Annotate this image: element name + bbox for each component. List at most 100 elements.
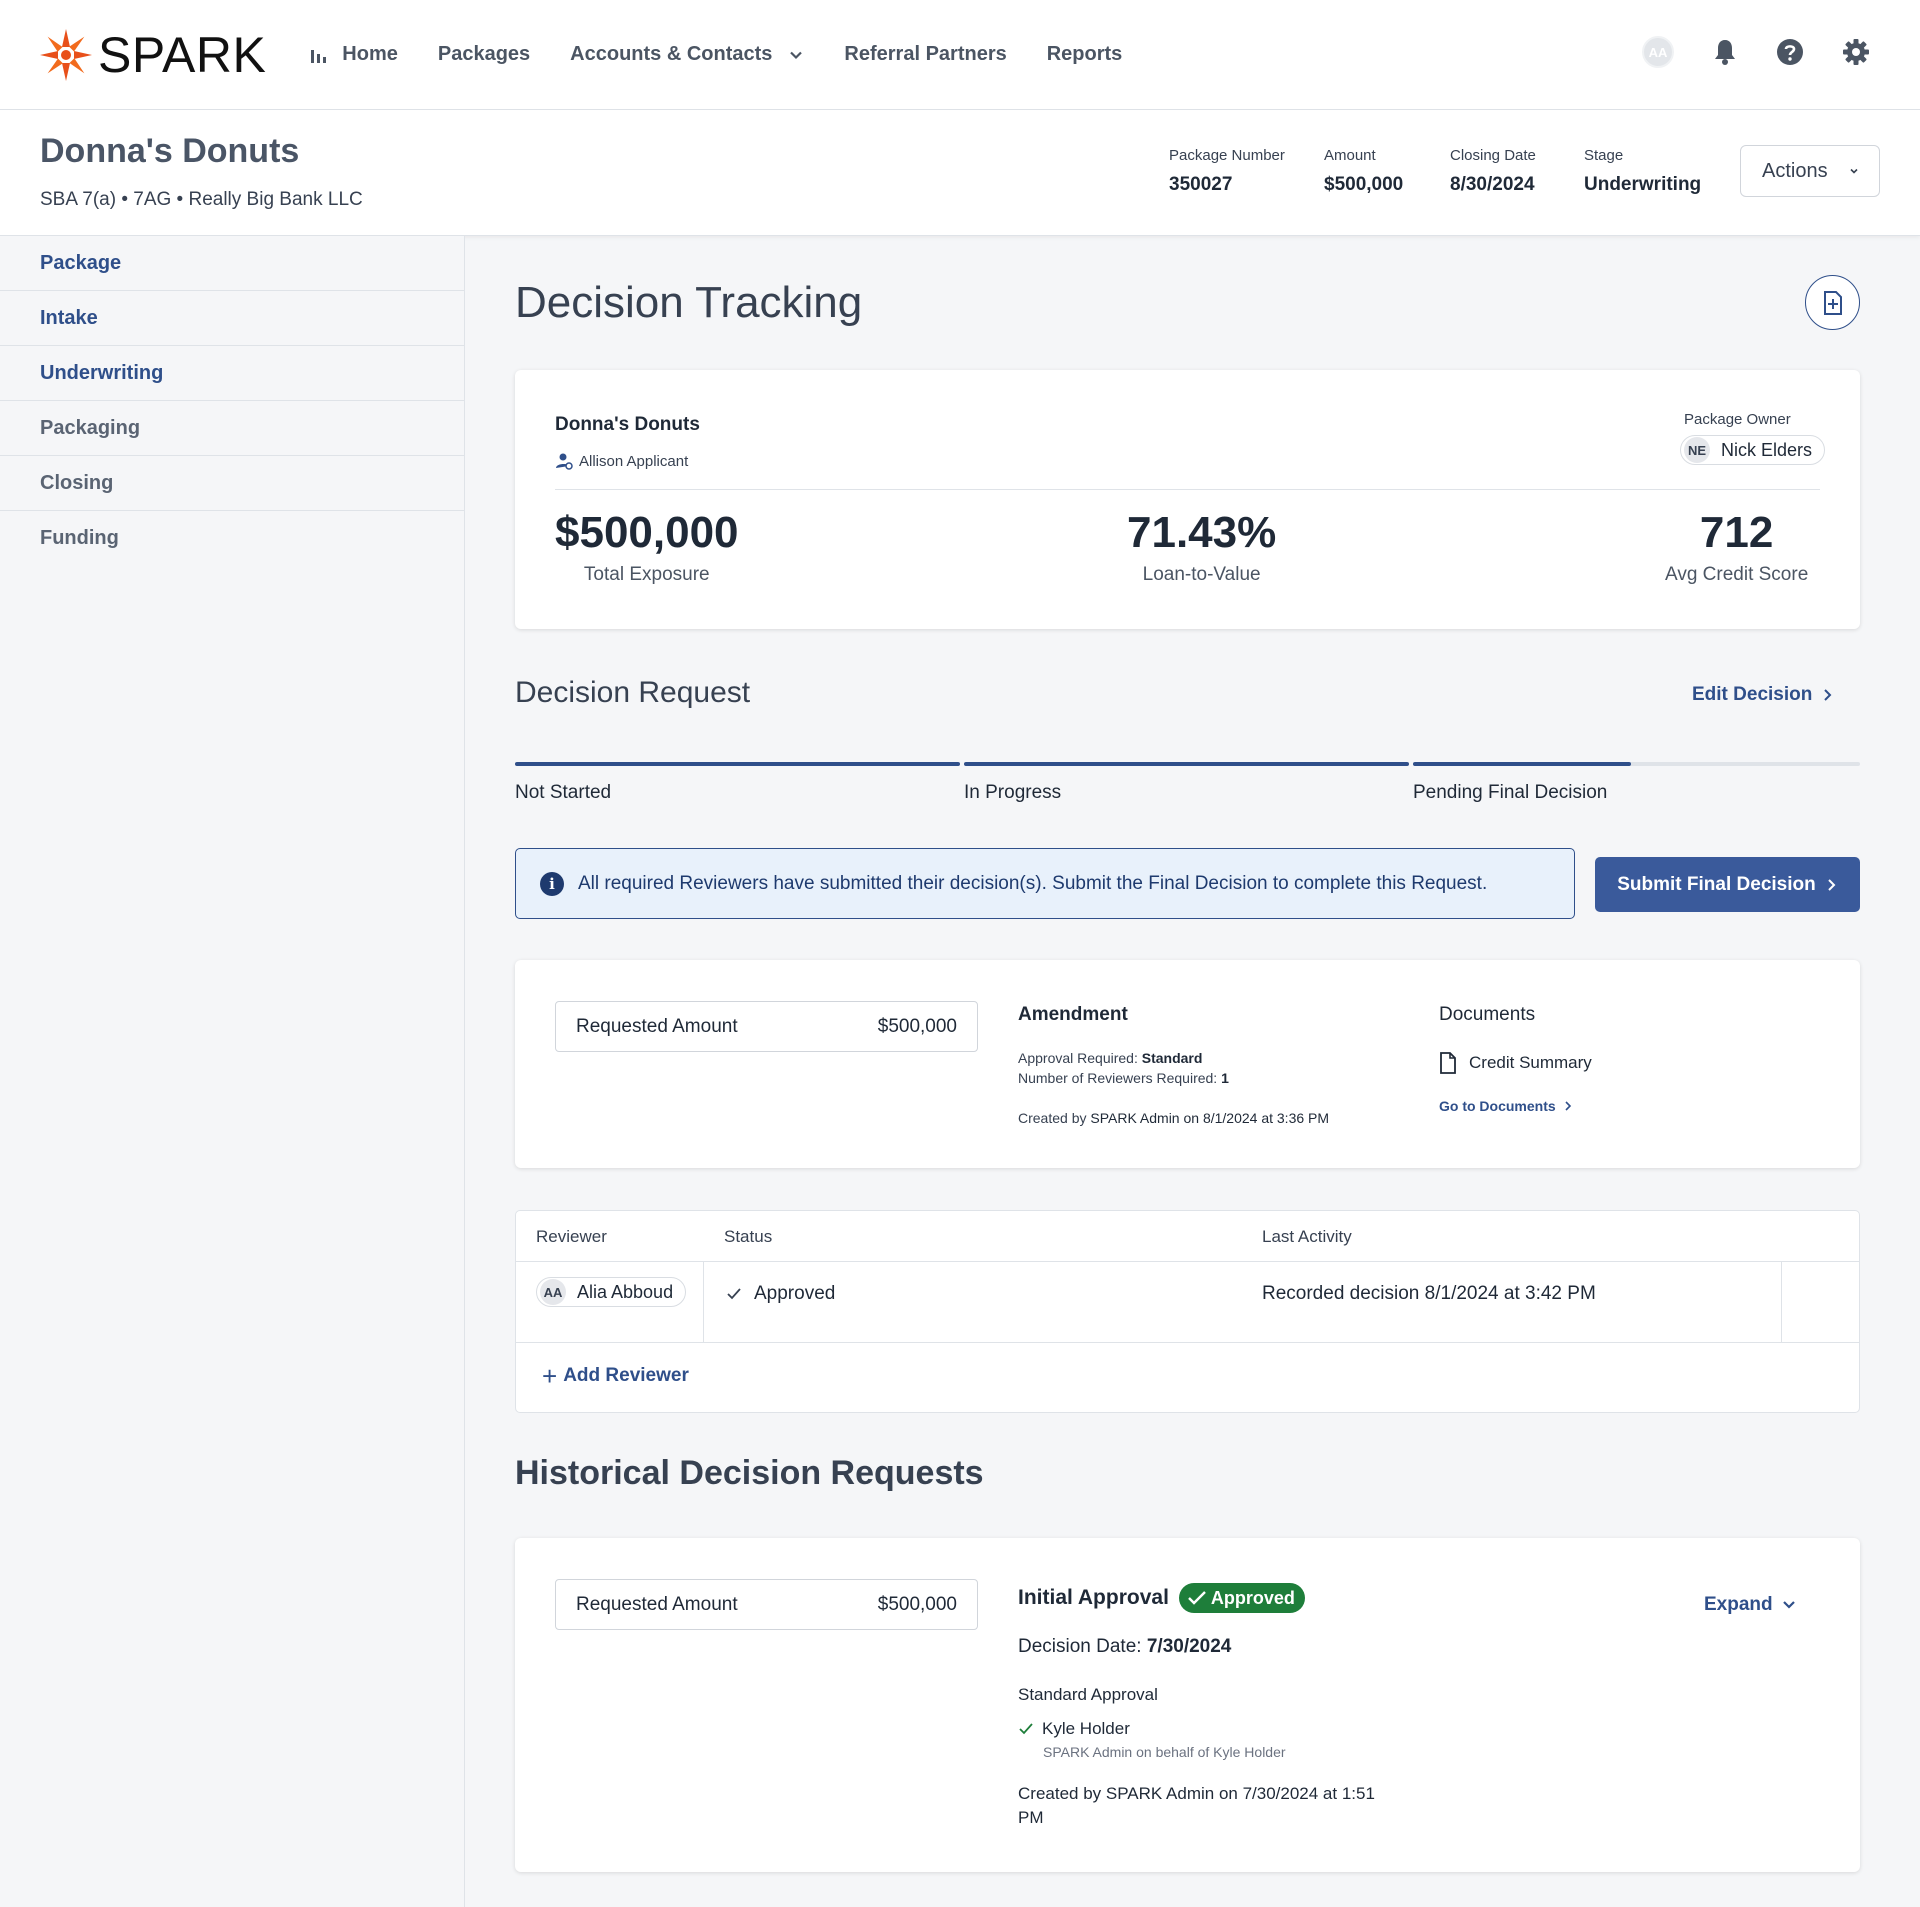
approval-type: Standard Approval: [1018, 1685, 1158, 1704]
gear-icon[interactable]: [1842, 38, 1870, 66]
stat-value: 712: [1699, 508, 1774, 557]
reviewer-status-text: Approved: [754, 1283, 836, 1304]
column-header-last-activity: Last Activity: [1262, 1227, 1352, 1246]
reviewer-name: Alia Abboud: [577, 1281, 674, 1302]
add-reviewer-label: Add Reviewer: [563, 1365, 689, 1386]
go-to-documents-label: Go to Documents: [1439, 1098, 1556, 1114]
historical-decision-name: Initial Approval: [1018, 1586, 1169, 1609]
user-avatar[interactable]: AA: [1642, 36, 1674, 68]
progress-segment-not-started: [515, 762, 960, 766]
sidebar-item-underwriting[interactable]: Underwriting: [0, 346, 464, 401]
nav-referral-label: Referral Partners: [844, 43, 1007, 65]
stat-value: 71.43%: [1127, 508, 1277, 557]
reviewers-required: Number of Reviewers Required: 1: [1018, 1070, 1229, 1086]
edit-decision-link[interactable]: Edit Decision: [1692, 684, 1834, 706]
progress-segment-pending-fill: [1413, 762, 1632, 766]
created-prefix: Created by: [1018, 1110, 1087, 1126]
historical-created: Created by SPARK Admin on 7/30/2024 at 1…: [1018, 1784, 1375, 1827]
step-in-progress: In Progress: [964, 782, 1062, 803]
package-header: Donna's Donuts SBA 7(a) • 7AG • Really B…: [0, 110, 1920, 236]
info-banner: i All required Reviewers have submitted …: [515, 848, 1575, 919]
chevron-right-icon: [1824, 689, 1832, 701]
nav-packages-label: Packages: [437, 43, 531, 65]
document-item[interactable]: Credit Summary: [1439, 1052, 1592, 1074]
requested-amount-value: $500,000: [877, 1593, 957, 1615]
go-to-documents-link[interactable]: Go to Documents: [1439, 1098, 1572, 1114]
check-icon: [727, 1288, 741, 1300]
package-owner-chip[interactable]: NE Nick Elders: [1680, 435, 1826, 465]
info-banner-text: All required Reviewers have submitted th…: [578, 872, 1488, 894]
actions-button[interactable]: Actions: [1740, 145, 1880, 197]
nav-home-label: Home: [342, 43, 398, 65]
nav-reports[interactable]: Reports: [1047, 43, 1123, 66]
stat-avg-credit-score: 712 Avg Credit Score: [1665, 508, 1808, 586]
package-stage: Stage Underwriting: [1584, 147, 1701, 196]
approval-required-value: Standard: [1141, 1050, 1203, 1066]
sidebar-item-intake[interactable]: Intake: [0, 291, 464, 346]
reviewer-chip[interactable]: AA Alia Abboud: [536, 1277, 687, 1307]
package-amount-label: Amount: [1324, 147, 1376, 164]
spark-star-icon: [40, 28, 92, 81]
badge-label: Approved: [1210, 1587, 1295, 1608]
page-title: Decision Tracking: [515, 278, 863, 327]
decision-date-value: 7/30/2024: [1146, 1636, 1232, 1657]
info-icon: i: [540, 871, 564, 896]
stage-value: Underwriting: [1584, 174, 1702, 195]
summary-applicant[interactable]: Allison Applicant: [555, 452, 688, 470]
approved-badge: Approved: [1178, 1583, 1305, 1613]
stat-value: $500,000: [555, 508, 739, 557]
approval-required: Approval Required: Standard: [1018, 1050, 1202, 1066]
historical-decisions-title: Historical Decision Requests: [515, 1454, 984, 1492]
submit-final-decision-button[interactable]: Submit Final Decision: [1595, 857, 1860, 912]
nav-accounts-contacts[interactable]: Accounts & Contacts: [570, 43, 804, 66]
closing-date-value: 8/30/2024: [1450, 174, 1535, 195]
nav-packages[interactable]: Packages: [438, 43, 530, 66]
main-nav: Home Packages Accounts & Contacts Referr…: [310, 43, 1162, 66]
column-header-reviewer: Reviewer: [536, 1227, 607, 1246]
package-number-value: 350027: [1169, 174, 1233, 195]
owner-name: Nick Elders: [1721, 439, 1813, 460]
nav-home[interactable]: Home: [310, 43, 398, 66]
sidebar-item-package[interactable]: Package: [0, 236, 464, 291]
progress-segment-in-progress: [964, 762, 1409, 766]
bell-icon[interactable]: [1712, 38, 1738, 66]
sidebar-item-closing[interactable]: Closing: [0, 456, 464, 511]
check-icon: [1019, 1723, 1033, 1735]
add-document-button[interactable]: [1805, 275, 1860, 330]
document-icon: [1440, 1052, 1456, 1074]
sidebar: Package Intake Underwriting Packaging Cl…: [0, 236, 465, 1907]
package-amount-value: $500,000: [1324, 174, 1404, 195]
chevron-down-icon: [790, 51, 803, 59]
package-subtitle: SBA 7(a) • 7AG • Really Big Bank LLC: [40, 189, 363, 210]
reviewers-required-value: 1: [1221, 1070, 1229, 1086]
amendment-created: Created by SPARK Admin on 8/1/2024 at 3:…: [1018, 1110, 1329, 1126]
sidebar-item-funding[interactable]: Funding: [0, 511, 464, 566]
approval-required-label: Approval Required:: [1018, 1050, 1138, 1066]
actions-label: Actions: [1762, 159, 1828, 182]
summary-business-name: Donna's Donuts: [555, 414, 700, 435]
column-divider: [1781, 1262, 1782, 1342]
reviewers-table: Reviewer Status Last Activity AA Alia Ab…: [515, 1210, 1860, 1413]
add-reviewer-button[interactable]: + Add Reviewer: [542, 1363, 689, 1389]
decision-date-label: Decision Date:: [1018, 1636, 1142, 1657]
document-name: Credit Summary: [1469, 1053, 1592, 1072]
nav-reports-label: Reports: [1046, 43, 1123, 65]
step-not-started: Not Started: [515, 782, 612, 803]
spark-logo[interactable]: SPARK: [38, 26, 266, 84]
requested-amount-field: Requested Amount $500,000: [555, 1001, 978, 1052]
owner-avatar: NE: [1684, 437, 1710, 463]
expand-button[interactable]: Expand: [1704, 1594, 1797, 1616]
help-icon[interactable]: [1776, 38, 1804, 66]
historical-reviewer: Kyle Holder: [1018, 1719, 1130, 1739]
sidebar-item-packaging[interactable]: Packaging: [0, 401, 464, 456]
column-header-status: Status: [724, 1227, 773, 1246]
reviewer-status: Approved: [726, 1283, 835, 1305]
header-divider: [516, 1261, 1859, 1262]
package-name: Donna's Donuts: [40, 132, 300, 170]
check-icon: [1188, 1591, 1206, 1605]
requested-amount-label: Requested Amount: [576, 1593, 738, 1615]
reviewer-last-activity: Recorded decision 8/1/2024 at 3:42 PM: [1262, 1283, 1596, 1304]
column-divider: [703, 1262, 704, 1342]
amendment-card: Requested Amount $500,000 Amendment Appr…: [515, 960, 1860, 1168]
nav-referral-partners[interactable]: Referral Partners: [844, 43, 1006, 66]
